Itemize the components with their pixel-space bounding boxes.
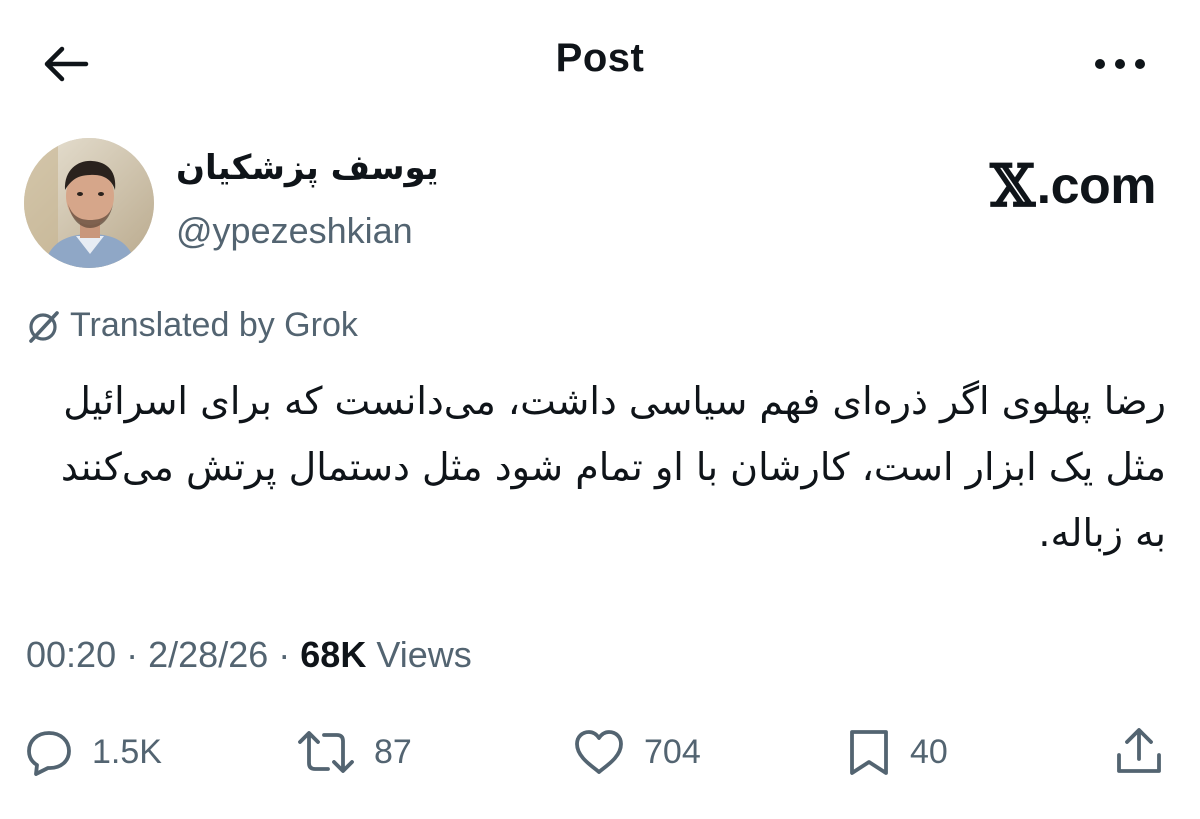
bookmark-icon [850,730,888,775]
avatar-photo [24,138,154,268]
watermark-text: .com [1036,157,1157,215]
views-label: Views [376,634,472,675]
repost-icon [298,731,354,773]
reply-count: 1.5K [92,732,162,771]
page-title: Post [555,36,645,80]
avatar[interactable] [24,138,154,268]
post-page: Post یوسف پزشکیان @ypezeshkian 𝕏 .com Tr… [0,0,1200,819]
bookmark-count: 40 [910,732,948,771]
tweet-text: رضا پهلوی اگر ذره‌ای فهم سیاسی داشت، می‌… [60,379,1166,555]
translated-by-grok[interactable]: Translated by Grok [26,306,358,345]
share-button[interactable] [1112,720,1166,784]
like-count: 704 [644,732,701,771]
like-button[interactable]: 704 [572,720,701,784]
more-horizontal-icon [1095,59,1145,69]
heart-icon [575,730,623,774]
repost-button[interactable]: 87 [296,720,412,784]
reply-icon [27,731,71,776]
share-icon [1117,728,1161,773]
tweet-meta: 00:20 · 2/28/26 · 68K Views [26,634,472,676]
meta-separator: · [278,634,291,675]
reply-button[interactable]: 1.5K [24,720,162,784]
post-date[interactable]: 2/28/26 [148,634,268,675]
post-time[interactable]: 00:20 [26,634,116,675]
bookmark-button[interactable]: 40 [846,720,948,784]
author-display-name[interactable]: یوسف پزشکیان [176,148,446,188]
translated-label: Translated by Grok [70,306,358,344]
action-bar: 1.5K 87 704 40 [0,720,1200,784]
x-logo: 𝕏 [990,152,1035,220]
views-count: 68K [300,634,367,675]
x-watermark: 𝕏 .com [990,152,1156,220]
more-options-button[interactable] [1088,46,1152,82]
repost-count: 87 [374,732,412,771]
meta-separator: · [126,634,139,675]
grok-icon [29,310,59,343]
author-handle[interactable]: @ypezeshkian [176,210,413,252]
